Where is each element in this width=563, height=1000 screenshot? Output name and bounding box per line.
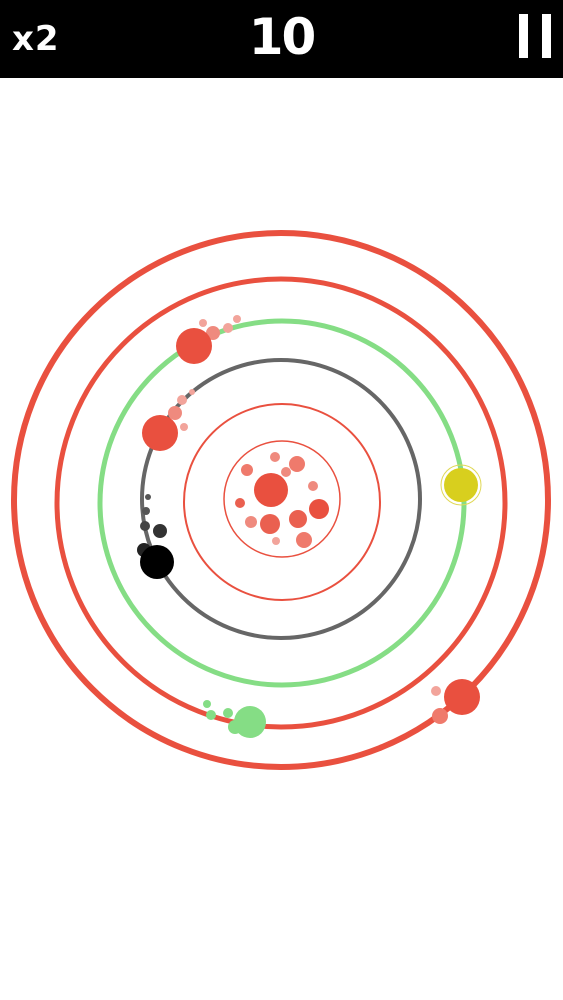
green-planet [203,700,266,738]
core-dot [309,499,329,519]
red-planet-lower [431,679,480,724]
game-field[interactable] [0,78,563,1000]
pause-icon-bar [542,14,551,58]
core-dot [281,467,291,477]
pause-button[interactable] [517,14,553,58]
score-counter: 10 [248,8,317,66]
core-dot [296,532,312,548]
core-dot [235,498,245,508]
core-dot [308,481,318,491]
core-dot [245,516,257,528]
core-dot [270,452,280,462]
core-dot [241,464,253,476]
yellow-planet [440,464,482,506]
orbit-ring-green [97,318,467,688]
core-dot [254,473,288,507]
red-planet-upper [176,315,241,364]
core-dot [260,514,280,534]
core-dot [272,537,280,545]
core-dot [289,510,307,528]
top-bar: x2 10 [0,0,563,78]
core-dot [289,456,305,472]
core-cluster [235,452,329,548]
pause-icon [519,14,528,58]
